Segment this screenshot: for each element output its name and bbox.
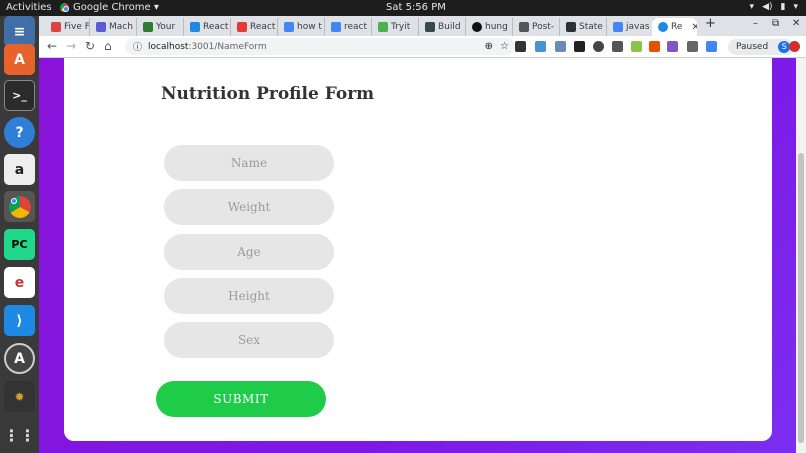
page-viewport: Nutrition Profile Form SUBMIT [39, 58, 806, 453]
extension-icon[interactable] [687, 41, 698, 52]
tab[interactable]: Build [419, 18, 466, 36]
browser-toolbar: ← → ↻ ⌂ ⓘ localhost:3001/NameForm ⊕ ☆ Pa… [39, 36, 806, 58]
tab-favicon-icon [190, 22, 200, 32]
extension-icon[interactable] [555, 41, 566, 52]
url-path: :3001/NameForm [188, 41, 267, 52]
form-card: Nutrition Profile Form SUBMIT [64, 58, 772, 441]
vscode-icon[interactable]: ⟩ [4, 305, 35, 336]
extension-icon[interactable] [612, 41, 623, 52]
tab-favicon-icon [425, 22, 435, 32]
age-input[interactable] [164, 234, 334, 270]
show-apps-icon[interactable]: ⋮⋮ [4, 420, 36, 451]
amazon-icon[interactable]: a [4, 154, 35, 185]
tab-favicon-icon [613, 22, 623, 32]
minimize-icon[interactable]: – [753, 18, 758, 29]
submit-button[interactable]: SUBMIT [156, 381, 326, 417]
app-menu-label: Google Chrome ▾ [73, 2, 159, 13]
extension-icon[interactable] [535, 41, 546, 52]
chrome-logo-icon [8, 195, 31, 218]
tab[interactable]: javas [607, 18, 654, 36]
home-icon[interactable]: ⌂ [104, 39, 112, 53]
react-icon [658, 22, 668, 32]
tab-favicon-icon [143, 22, 153, 32]
info-icon: ⓘ [133, 43, 143, 53]
github-icon [472, 22, 482, 32]
address-bar[interactable]: ⓘ localhost:3001/NameForm ⊕ ☆ [125, 38, 515, 55]
software-center-icon[interactable]: A [4, 44, 35, 75]
tab[interactable]: React [184, 18, 231, 36]
extension-icon[interactable] [593, 41, 604, 52]
extension-icon[interactable] [631, 41, 642, 52]
battery-icon: ▮ [780, 2, 786, 12]
tab-favicon-icon [96, 22, 106, 32]
tab-active[interactable]: Re ✕ [652, 18, 697, 36]
tab[interactable]: Mach [90, 18, 137, 36]
extension-icon[interactable] [574, 41, 585, 52]
name-input[interactable] [164, 145, 334, 181]
tab[interactable]: Five F [45, 18, 90, 36]
volume-icon: ◀) [762, 2, 773, 12]
chrome-dock-icon[interactable] [4, 191, 35, 222]
profile-paused-button[interactable]: Paused S [728, 39, 795, 55]
new-tab-button[interactable]: + [705, 16, 716, 31]
app-menu[interactable]: Google Chrome ▾ [60, 2, 159, 13]
wifi-icon: ▾ [749, 2, 755, 12]
height-input[interactable] [164, 278, 334, 314]
tab-favicon-icon [566, 22, 576, 32]
tab-favicon-icon [237, 22, 247, 32]
update-manager-icon[interactable]: A [4, 343, 35, 374]
tab[interactable]: Your [137, 18, 184, 36]
zoom-icon[interactable]: ⊕ [485, 41, 493, 52]
settings-gear-icon[interactable]: ✹ [4, 381, 35, 412]
weight-input[interactable] [164, 189, 334, 225]
pycharm-icon[interactable]: PC [4, 229, 35, 260]
url-host: localhost [148, 41, 189, 52]
tab[interactable]: Post- [513, 18, 560, 36]
tab[interactable]: react [325, 18, 372, 36]
scrollbar-thumb[interactable] [798, 153, 804, 443]
extension-icon[interactable] [649, 41, 660, 52]
tab[interactable]: hung [466, 18, 513, 36]
scrollbar[interactable] [796, 58, 806, 453]
tab[interactable]: Tryit [372, 18, 419, 36]
tab-favicon-icon [519, 22, 529, 32]
power-menu-icon: ▾ [793, 2, 798, 12]
sex-input[interactable] [164, 322, 334, 358]
files-icon[interactable]: ≡ [4, 16, 35, 47]
reload-icon[interactable]: ↻ [85, 39, 95, 53]
close-tab-icon[interactable]: ✕ [691, 22, 697, 33]
paused-label: Paused [736, 42, 769, 52]
forward-icon[interactable]: → [66, 39, 76, 53]
activities-button[interactable]: Activities [6, 2, 52, 13]
tab[interactable]: React [231, 18, 278, 36]
menu-alert-icon[interactable] [789, 41, 800, 52]
tab-favicon-icon [284, 22, 294, 32]
help-icon[interactable]: ? [4, 117, 35, 148]
close-window-icon[interactable]: ✕ [792, 18, 800, 29]
extension-icon[interactable] [706, 41, 717, 52]
tab-favicon-icon [331, 22, 341, 32]
tab[interactable]: State [560, 18, 607, 36]
tab[interactable]: how t [278, 18, 325, 36]
clock[interactable]: Sat 5:56 PM [386, 2, 446, 13]
tab-favicon-icon [378, 22, 388, 32]
extension-icon[interactable] [667, 41, 678, 52]
back-icon[interactable]: ← [47, 39, 57, 53]
system-tray[interactable]: ▾ ◀) ▮ ▾ [750, 2, 798, 12]
tab-favicon-icon [51, 22, 61, 32]
system-top-bar: Activities Google Chrome ▾ Sat 5:56 PM ▾… [0, 0, 806, 16]
restore-icon[interactable]: ⧉ [772, 18, 779, 29]
chrome-icon [60, 3, 69, 12]
bookmark-star-icon[interactable]: ☆ [500, 41, 509, 52]
terminal-icon[interactable]: >_ [4, 80, 35, 111]
extension-icon[interactable] [515, 41, 526, 52]
dock: ≡ A >_ ? a PC e ⟩ A ✹ ⋮⋮ [0, 16, 39, 453]
text-editor-icon[interactable]: e [4, 267, 35, 298]
page-title: Nutrition Profile Form [161, 84, 375, 104]
tab-strip: Five F Mach Your React React how t react… [39, 16, 806, 36]
